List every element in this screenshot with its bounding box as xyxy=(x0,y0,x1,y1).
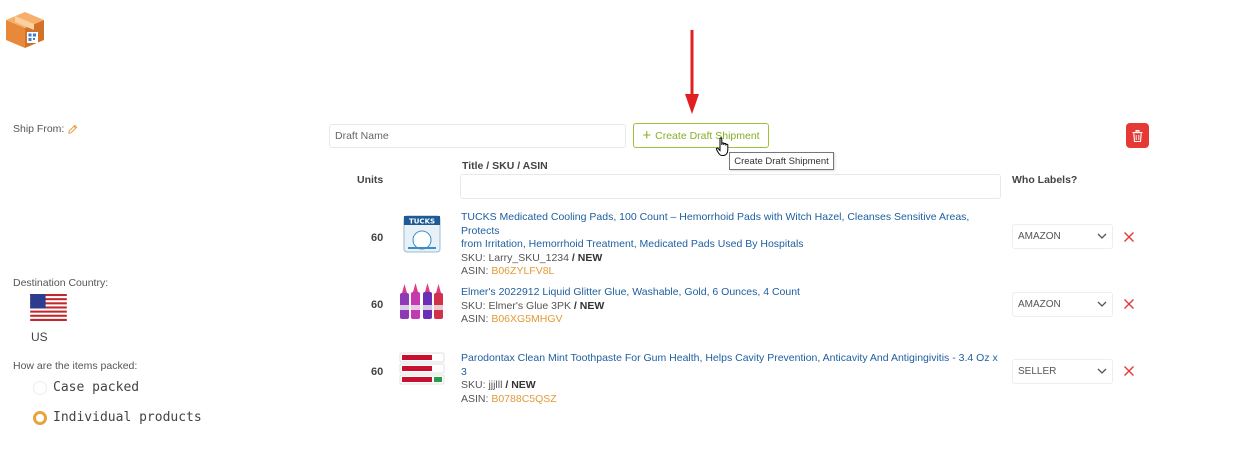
radio-unchecked-icon[interactable] xyxy=(33,380,47,395)
radio-individual-products-label: Individual products xyxy=(53,410,202,425)
country-code: US xyxy=(31,330,48,344)
units-column-header: Units xyxy=(357,174,384,186)
product-title-link[interactable]: Parodontax Clean Mint Toothpaste For Gum… xyxy=(461,352,1006,379)
product-asin: ASIN: B06ZYLFV8L xyxy=(461,265,555,277)
svg-text:TUCKS: TUCKS xyxy=(409,218,435,226)
us-flag-icon[interactable] xyxy=(30,294,67,321)
who-labels-value: AMAZON xyxy=(1018,231,1061,242)
who-labels-column-header: Who Labels? xyxy=(1012,174,1078,186)
pencil-edit-icon[interactable] xyxy=(67,124,78,135)
radio-individual-products[interactable]: Individual products xyxy=(33,410,202,425)
packing-label: How are the items packed: xyxy=(13,360,138,372)
product-asin: ASIN: B06XG5MHGV xyxy=(461,313,563,325)
destination-country-label: Destination Country: xyxy=(13,277,109,289)
plus-icon: + xyxy=(642,127,652,144)
tucks-product-icon: TUCKS xyxy=(403,215,441,253)
product-title-link[interactable]: TUCKS Medicated Cooling Pads, 100 Count … xyxy=(461,211,1006,252)
trash-icon xyxy=(1132,129,1143,142)
who-labels-value: SELLER xyxy=(1018,366,1057,377)
title-filter-input[interactable] xyxy=(460,174,1001,199)
product-asin: ASIN: B0788C5QSZ xyxy=(461,392,557,405)
units-value: 60 xyxy=(371,232,384,244)
remove-row-x-icon[interactable] xyxy=(1123,298,1135,310)
product-sku: SKU: jjjlll / NEW xyxy=(461,379,536,391)
ship-from-row: Ship From: xyxy=(13,123,78,135)
ship-from-label: Ship From: xyxy=(13,123,65,135)
radio-checked-icon[interactable] xyxy=(33,410,47,425)
who-labels-value: AMAZON xyxy=(1018,299,1061,310)
asin-link[interactable]: B06XG5MHGV xyxy=(491,313,562,325)
chevron-down-icon xyxy=(1097,368,1107,374)
tooltip: Create Draft Shipment xyxy=(729,152,834,170)
product-sku: SKU: Elmer's Glue 3PK / NEW xyxy=(461,299,605,312)
delete-button[interactable] xyxy=(1126,123,1149,148)
chevron-down-icon xyxy=(1097,301,1107,307)
chevron-down-icon xyxy=(1097,233,1107,239)
product-sku: SKU: Larry_SKU_1234 / NEW xyxy=(461,251,603,264)
remove-row-x-icon[interactable] xyxy=(1123,365,1135,377)
who-labels-select[interactable]: SELLER xyxy=(1012,359,1113,384)
product-info: TUCKS Medicated Cooling Pads, 100 Count … xyxy=(461,211,1006,279)
remove-row-x-icon[interactable] xyxy=(1123,231,1135,243)
units-value: 60 xyxy=(371,299,384,311)
title-column-header: Title / SKU / ASIN xyxy=(462,160,548,172)
draft-name-input[interactable] xyxy=(329,124,626,148)
asin-link[interactable]: B0788C5QSZ xyxy=(491,393,556,405)
create-draft-shipment-button[interactable]: + Create Draft Shipment xyxy=(633,123,769,148)
radio-case-packed-label: Case packed xyxy=(53,380,140,395)
radio-case-packed[interactable]: Case packed xyxy=(33,380,139,395)
product-info: Parodontax Clean Mint Toothpaste For Gum… xyxy=(461,352,1006,406)
box-logo-icon xyxy=(6,12,44,48)
glitter-glue-product-icon xyxy=(400,283,443,319)
red-arrow-annotation-icon xyxy=(685,30,699,114)
product-title-link[interactable]: Elmer's 2022912 Liquid Glitter Glue, Was… xyxy=(461,286,1006,300)
hand-cursor-icon xyxy=(715,137,729,156)
asin-link[interactable]: B06ZYLFV8L xyxy=(491,265,554,277)
who-labels-select[interactable]: AMAZON xyxy=(1012,292,1113,317)
product-info: Elmer's 2022912 Liquid Glitter Glue, Was… xyxy=(461,286,1006,327)
units-value: 60 xyxy=(371,366,384,378)
create-draft-shipment-label: Create Draft Shipment xyxy=(655,129,760,142)
toothpaste-product-icon xyxy=(399,352,445,385)
who-labels-select[interactable]: AMAZON xyxy=(1012,224,1113,249)
